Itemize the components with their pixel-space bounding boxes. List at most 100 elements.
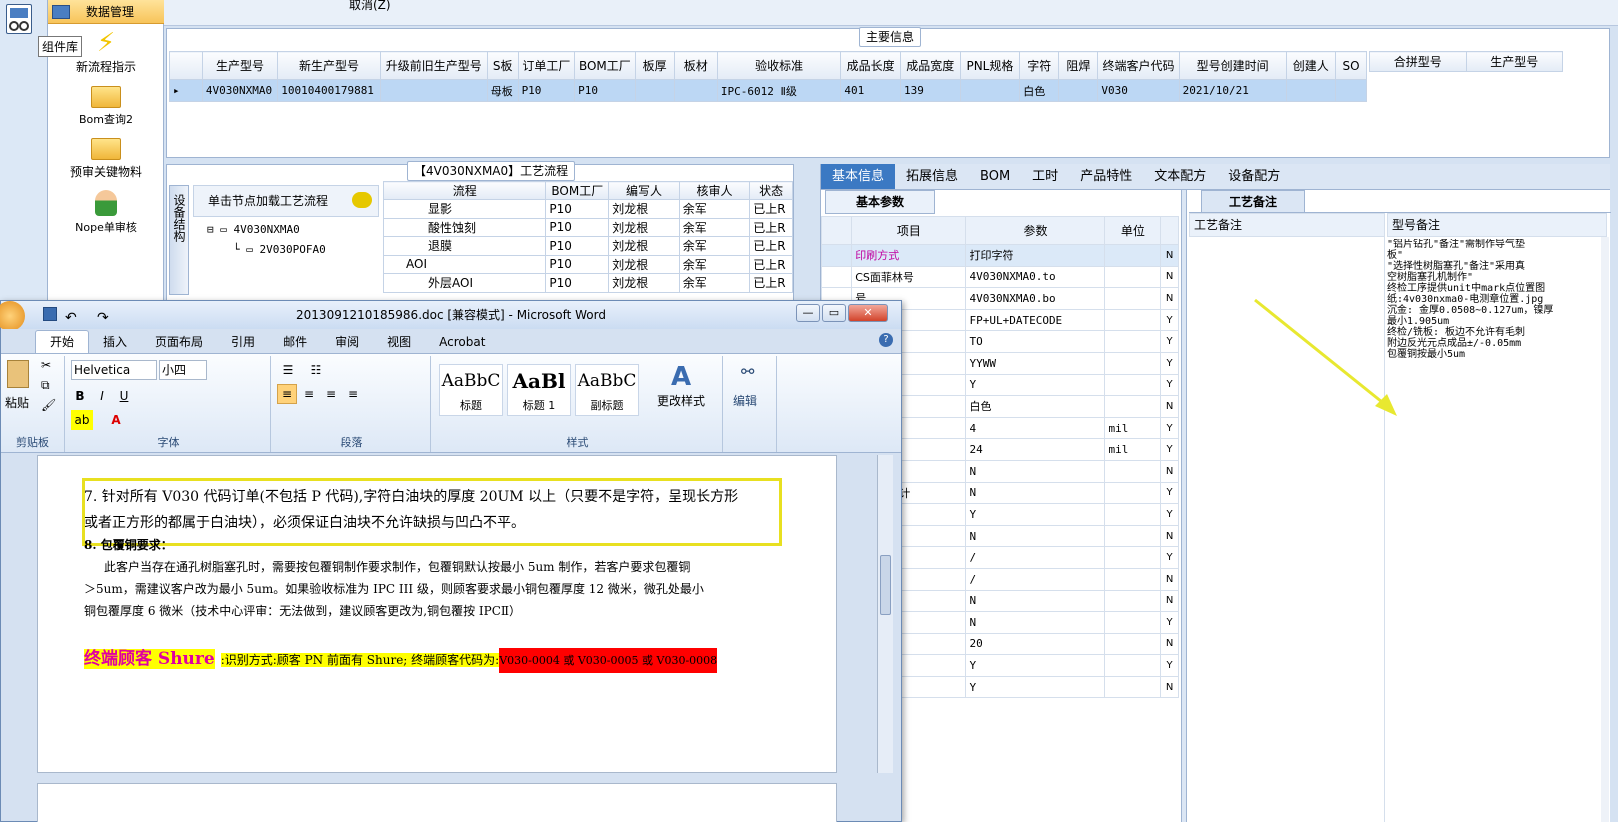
tab-0[interactable]: 基本信息 [821,164,896,189]
highlight-button[interactable]: ab [71,410,93,430]
tab-3[interactable]: 工时 [1021,164,1069,189]
proc-col-3[interactable]: 核审人 [678,181,751,200]
cell[interactable]: 母板 [486,79,519,102]
col-14[interactable]: 终端客户代码 [1097,51,1180,80]
table-row[interactable]: 退膜 P10 刘龙根 余军 已上R [382,236,793,256]
col-7[interactable]: 板材 [673,51,718,80]
edit-group[interactable]: ⚯ 编辑 [727,356,777,452]
bullets-button[interactable]: ☰ [277,360,299,380]
numbering-button[interactable]: ☷ [305,360,327,380]
font-name-select[interactable]: Helvetica [71,360,157,380]
tree-node-root[interactable]: ⊟ ▭ 4V030NXMA0 [207,223,300,236]
col-1[interactable]: 新生产型号 [277,51,381,80]
change-style-button[interactable]: 更改样式 [657,392,705,409]
style-title[interactable]: AaBbC 标题 [439,364,503,416]
help-icon[interactable]: ? [879,333,893,347]
proc-col-2[interactable]: 编写人 [608,181,680,200]
col-13[interactable]: 阻焊 [1058,51,1099,80]
ribbon-tab-3[interactable]: 引用 [217,331,269,353]
col-17[interactable]: SO [1334,51,1368,80]
redo-icon[interactable]: ↷ [97,304,109,332]
align-left-button[interactable]: ≡ [277,384,297,404]
cell[interactable]: P10 [517,79,576,102]
cell[interactable] [673,79,718,102]
cell[interactable] [1334,79,1368,102]
proc-col-4[interactable]: 状态 [749,181,793,200]
col-param[interactable]: 参数 [965,216,1106,245]
subtab-basic-params[interactable]: 基本参数 [825,190,935,214]
cell[interactable] [959,79,1021,102]
col-production-model[interactable]: 生产型号 [1465,51,1563,72]
col-11[interactable]: PNL规格 [959,51,1021,80]
cell[interactable]: V030 [1097,79,1180,102]
tab-5[interactable]: 文本配方 [1143,164,1217,189]
cut-icon[interactable]: ✂ [41,358,51,372]
justify-button[interactable]: ≡ [343,384,363,404]
launcher-item-bom-query[interactable]: Bom查询2 [48,86,164,127]
col-0[interactable]: 生产型号 [201,51,279,80]
col-6[interactable]: 板厚 [634,51,675,80]
cell[interactable]: P10 [574,79,636,102]
cell[interactable]: 139 [899,79,961,102]
col-3[interactable]: S板 [486,51,519,80]
tab-1[interactable]: 拓展信息 [895,164,969,189]
col-item[interactable]: 项目 [851,216,967,245]
ribbon-tab-7[interactable]: Acrobat [425,331,499,353]
undo-icon[interactable]: ↶ [65,304,77,332]
cell[interactable]: 4V030NXMA0 [201,79,279,102]
ribbon-tab-2[interactable]: 页面布局 [141,331,217,353]
align-center-button[interactable]: ≡ [299,384,319,404]
launcher-item-nope-review[interactable]: Nope单审核 [48,190,164,235]
equipment-structure-tab[interactable]: 设备结构 [169,185,189,295]
model-remark-cell[interactable]: "铝片钻孔"备注"需制作导气垫 板" "选择性树脂塞孔"备注"采用真 空树脂塞孔机制作… [1387,239,1601,360]
col-2[interactable]: 升级前旧生产型号 [379,51,488,80]
table-row[interactable]: 印刷方式 打印字符 N [820,244,1179,267]
change-style-icon[interactable]: A [671,362,691,392]
italic-button[interactable]: I [93,386,111,406]
cancel-button[interactable]: 取消(Z) [349,0,391,13]
paste-icon[interactable] [7,360,29,388]
tab-4[interactable]: 产品特性 [1069,164,1143,189]
ribbon-tab-0[interactable]: 开始 [35,330,90,353]
proc-col-0[interactable]: 流程 [382,181,547,200]
col-10[interactable]: 成品宽度 [899,51,961,80]
scrollbar[interactable] [1601,237,1609,822]
launcher-item-prereview[interactable]: 预审关键物料 [48,138,164,180]
col-process-remark[interactable]: 工艺备注 [1189,213,1385,237]
tree-node-child[interactable]: └ ▭ 2V030POFA0 [233,243,326,256]
maximize-button[interactable]: ▭ [822,304,846,322]
close-button[interactable]: ✕ [848,304,888,322]
col-model-remark[interactable]: 型号备注 [1387,213,1607,237]
data-management-header[interactable]: 数据管理 [48,0,164,24]
paste-button[interactable]: 粘贴 [5,394,29,411]
cell[interactable]: 2021/10/21 [1178,79,1287,102]
app-icon[interactable] [6,4,32,34]
col-16[interactable]: 创建人 [1285,51,1336,80]
col-4[interactable]: 订单工厂 [517,51,576,80]
cell[interactable]: 白色 [1019,79,1060,102]
document-page[interactable]: 7. 针对所有 V030 代码订单(不包括 P 代码),字符白油块的厚度 20U… [37,455,837,773]
cell[interactable] [1058,79,1099,102]
cell[interactable] [634,79,675,102]
vertical-scrollbar[interactable] [877,455,893,773]
office-button[interactable] [0,301,25,331]
format-painter-icon[interactable]: 🖌 [41,398,56,412]
style-heading-1[interactable]: AaBl 标题 1 [507,364,571,416]
ribbon-tab-4[interactable]: 邮件 [269,331,321,353]
proc-col-1[interactable]: BOM工厂 [545,181,610,200]
ribbon-tab-1[interactable]: 插入 [89,331,141,353]
copy-icon[interactable]: ⧉ [41,378,50,393]
align-right-button[interactable]: ≡ [321,384,341,404]
col-unit[interactable]: 单位 [1104,216,1162,245]
col-5[interactable]: BOM工厂 [574,51,636,80]
table-row[interactable]: ▸ 4V030NXMA0 10010400179881 母板 P10 P10 IPC-601… [169,79,1368,102]
table-row[interactable]: 显影 P10 刘龙根 余军 已上R [382,199,793,219]
ribbon-tab-6[interactable]: 视图 [373,331,425,353]
splitter[interactable] [1181,190,1187,822]
col-9[interactable]: 成品长度 [840,51,901,80]
table-row[interactable]: 外层AOI P10 刘龙根 余军 已上R [382,273,793,293]
cell[interactable]: 401 [840,79,901,102]
cell[interactable]: 10010400179881 [277,79,381,102]
col-merge-model[interactable]: 合拼型号 [1369,51,1467,72]
font-color-button[interactable]: A [107,410,125,430]
